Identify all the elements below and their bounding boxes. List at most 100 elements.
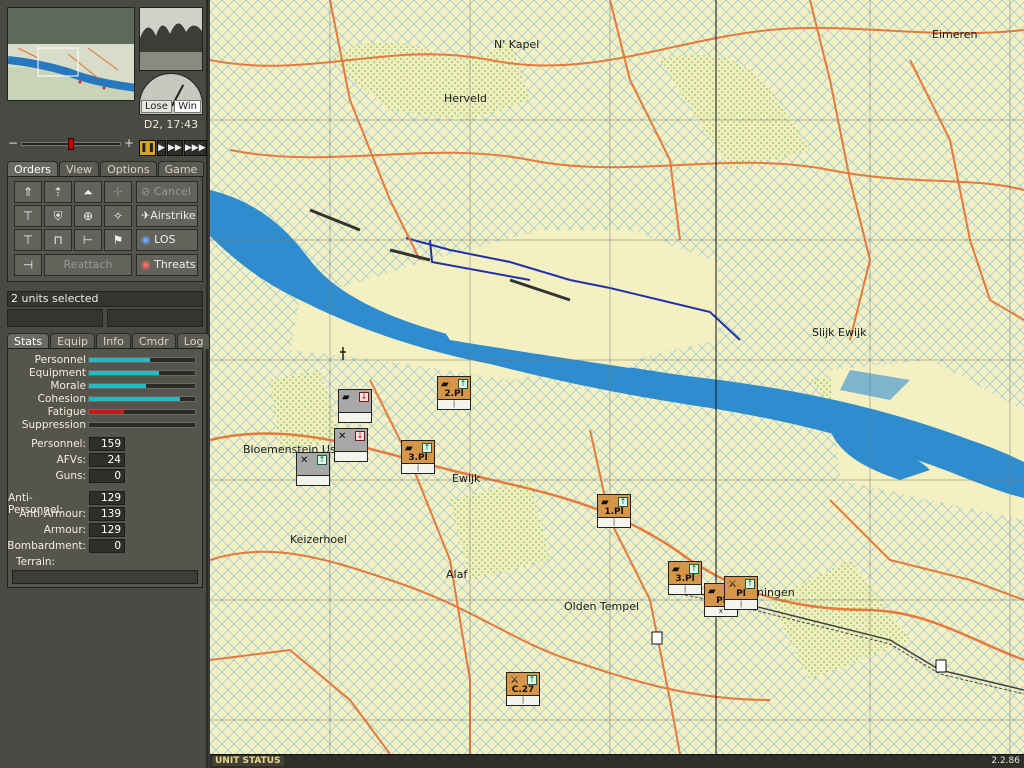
speed-button-1[interactable]: ▶: [157, 140, 167, 156]
stat-fill: [89, 410, 124, 414]
shoot-icon: ⊕: [82, 209, 94, 223]
move-button[interactable]: ⇡: [44, 181, 72, 203]
stat-number-label: AFVs:: [56, 454, 86, 466]
mount-icon: ⊓: [53, 233, 63, 247]
win-label: Win: [174, 100, 201, 113]
terrain-label: Terrain:: [16, 556, 56, 568]
unit-counter[interactable]: ⚔ ↑ Pl |: [724, 576, 758, 610]
tab-equip[interactable]: Equip: [50, 333, 96, 349]
unit-counter[interactable]: ▰ ↓: [338, 389, 372, 423]
stat-track: [88, 383, 196, 389]
airstrike-button[interactable]: ✈Airstrike: [136, 205, 198, 227]
speed-button-0[interactable]: ❚❚: [139, 140, 157, 156]
command-panel: Lose Win D2, 17:43 − + ❚❚ ▶ ▶▶ ▶▶▶ Orders Vi…: [0, 0, 211, 768]
stat-label: Cohesion: [37, 393, 86, 405]
stat-number-value: 24: [89, 453, 125, 467]
assault-icon: ⊤: [22, 209, 34, 223]
town-label: Slijk Ewijk: [812, 326, 867, 339]
stat-number-row: Anti-Personnel: 129: [8, 491, 204, 516]
tactical-map[interactable]: N' Kapel Eimeren Herveld Slijk Ewijk Blo…: [210, 0, 1024, 754]
unit-status-label[interactable]: UNIT STATUS: [212, 756, 284, 766]
stat-number-row: Anti-Armour: 139: [8, 507, 204, 521]
unit-subpanel-right: [107, 309, 203, 327]
stat-label: Morale: [50, 380, 86, 392]
move-icon: ⇡: [52, 185, 64, 199]
hunt-icon: ⏶: [83, 185, 93, 199]
zoom-out-button[interactable]: −: [7, 137, 19, 149]
tab-info[interactable]: Info: [96, 333, 131, 349]
target-button[interactable]: ✛: [104, 181, 132, 203]
dismount-button[interactable]: ⊤: [14, 229, 42, 251]
order-arrow-icon: ↓: [355, 431, 365, 441]
shoot-button[interactable]: ⊕: [74, 205, 102, 227]
stat-bar-cohesion: Cohesion: [8, 393, 204, 406]
speed-button-3[interactable]: ▶▶▶: [183, 140, 207, 156]
speed-controls: ❚❚ ▶ ▶▶ ▶▶▶: [139, 140, 207, 156]
stat-bar-personnel: Personnel: [8, 354, 204, 367]
stat-number-label: Anti-Armour:: [19, 508, 86, 520]
tab-view[interactable]: View: [59, 161, 100, 177]
tab-log[interactable]: Log: [176, 333, 211, 349]
tab-stats[interactable]: Stats: [7, 333, 50, 349]
town-label: Eimeren: [932, 28, 978, 41]
town-label: Alaf: [446, 568, 468, 581]
stat-bar-equipment: Equipment: [8, 367, 204, 380]
unit-counter[interactable]: ▰ ↑ 3.Pl |: [668, 561, 702, 595]
speed-button-2[interactable]: ▶▶: [167, 140, 183, 156]
move-fast-button[interactable]: ⇑: [14, 181, 42, 203]
unit-counter[interactable]: ⚔ ↑ C.27 |: [506, 672, 540, 706]
rally-button[interactable]: ⚑: [104, 229, 132, 251]
halt-icon: ⊢: [82, 233, 94, 247]
town-label: Keizerhoel: [290, 533, 347, 546]
halt-button[interactable]: ⊢: [74, 229, 102, 251]
los-button[interactable]: ◉ LOS: [136, 229, 198, 251]
rally-icon: ⚑: [112, 233, 124, 247]
cancel-button[interactable]: ⊘ Cancel: [136, 181, 198, 203]
slider-thumb[interactable]: [68, 138, 74, 150]
tab-game[interactable]: Game: [157, 161, 205, 177]
lose-label: Lose: [141, 100, 172, 113]
assault-button[interactable]: ⊤: [14, 205, 42, 227]
stat-bar-suppression: Suppression: [8, 419, 204, 432]
hunt-button[interactable]: ⏶: [74, 181, 102, 203]
mount-button[interactable]: ⊓: [44, 229, 72, 251]
order-arrow-icon: ↑: [458, 379, 468, 389]
time-slider[interactable]: − +: [7, 137, 135, 151]
stat-number-row: Armour: 129: [8, 523, 204, 537]
order-arrow-icon: ↑: [422, 443, 432, 453]
tab-cmdr[interactable]: Cmdr: [131, 333, 176, 349]
orders-panel: ⇑ ⇡ ⏶ ✛ ⊤ ⛨ ⊕ ✧ ⊤ ⊓ ⊢ ⚑ ⊣ ⊘ Cancel ✈Airstrike ◉ LOS …: [7, 176, 203, 282]
reattach-button[interactable]: Reattach: [44, 254, 132, 276]
dismount-icon: ⊤: [22, 233, 34, 247]
unit-counter[interactable]: ▰ ↑ 1.Pl |: [597, 494, 631, 528]
stat-number-row: Bombardment: 0: [7, 539, 204, 553]
move-fast-icon: ⇑: [22, 185, 34, 199]
airstrike-label: Airstrike: [150, 209, 196, 222]
split-button[interactable]: ⊣: [14, 254, 42, 276]
minimap[interactable]: [7, 7, 135, 101]
orders-tabbar: Orders View Options Game: [7, 161, 205, 177]
town-label: Olden Tempel: [564, 600, 640, 613]
town-label: N' Kapel: [494, 38, 540, 51]
deploy-button[interactable]: ✧: [104, 205, 132, 227]
stat-number-value: 129: [89, 491, 125, 505]
victory-gauge: Lose Win: [139, 73, 203, 115]
unit-counter[interactable]: ✕ ↓: [334, 428, 368, 462]
infantry-icon: ✕: [300, 455, 309, 466]
infantry-icon: ✕: [338, 431, 347, 442]
stat-number-value: 0: [89, 539, 125, 553]
tab-orders[interactable]: Orders: [7, 161, 58, 177]
stat-track: [88, 357, 196, 363]
threats-label: Threats: [154, 258, 196, 271]
target-icon: ✛: [112, 185, 124, 199]
unit-counter[interactable]: ▰ ↑ 3.Pl |: [401, 440, 435, 474]
tab-options[interactable]: Options: [100, 161, 157, 177]
stat-number-value: 139: [89, 507, 125, 521]
defend-button[interactable]: ⛨: [44, 205, 72, 227]
zoom-in-button[interactable]: +: [123, 137, 135, 149]
threats-button[interactable]: ◉ Threats: [136, 254, 198, 276]
stat-label: Equipment: [29, 367, 86, 379]
stat-label: Fatigue: [47, 406, 86, 418]
unit-counter[interactable]: ▰ ↑ 2.Pl |: [437, 376, 471, 410]
unit-counter[interactable]: ✕ ↑: [296, 452, 330, 486]
